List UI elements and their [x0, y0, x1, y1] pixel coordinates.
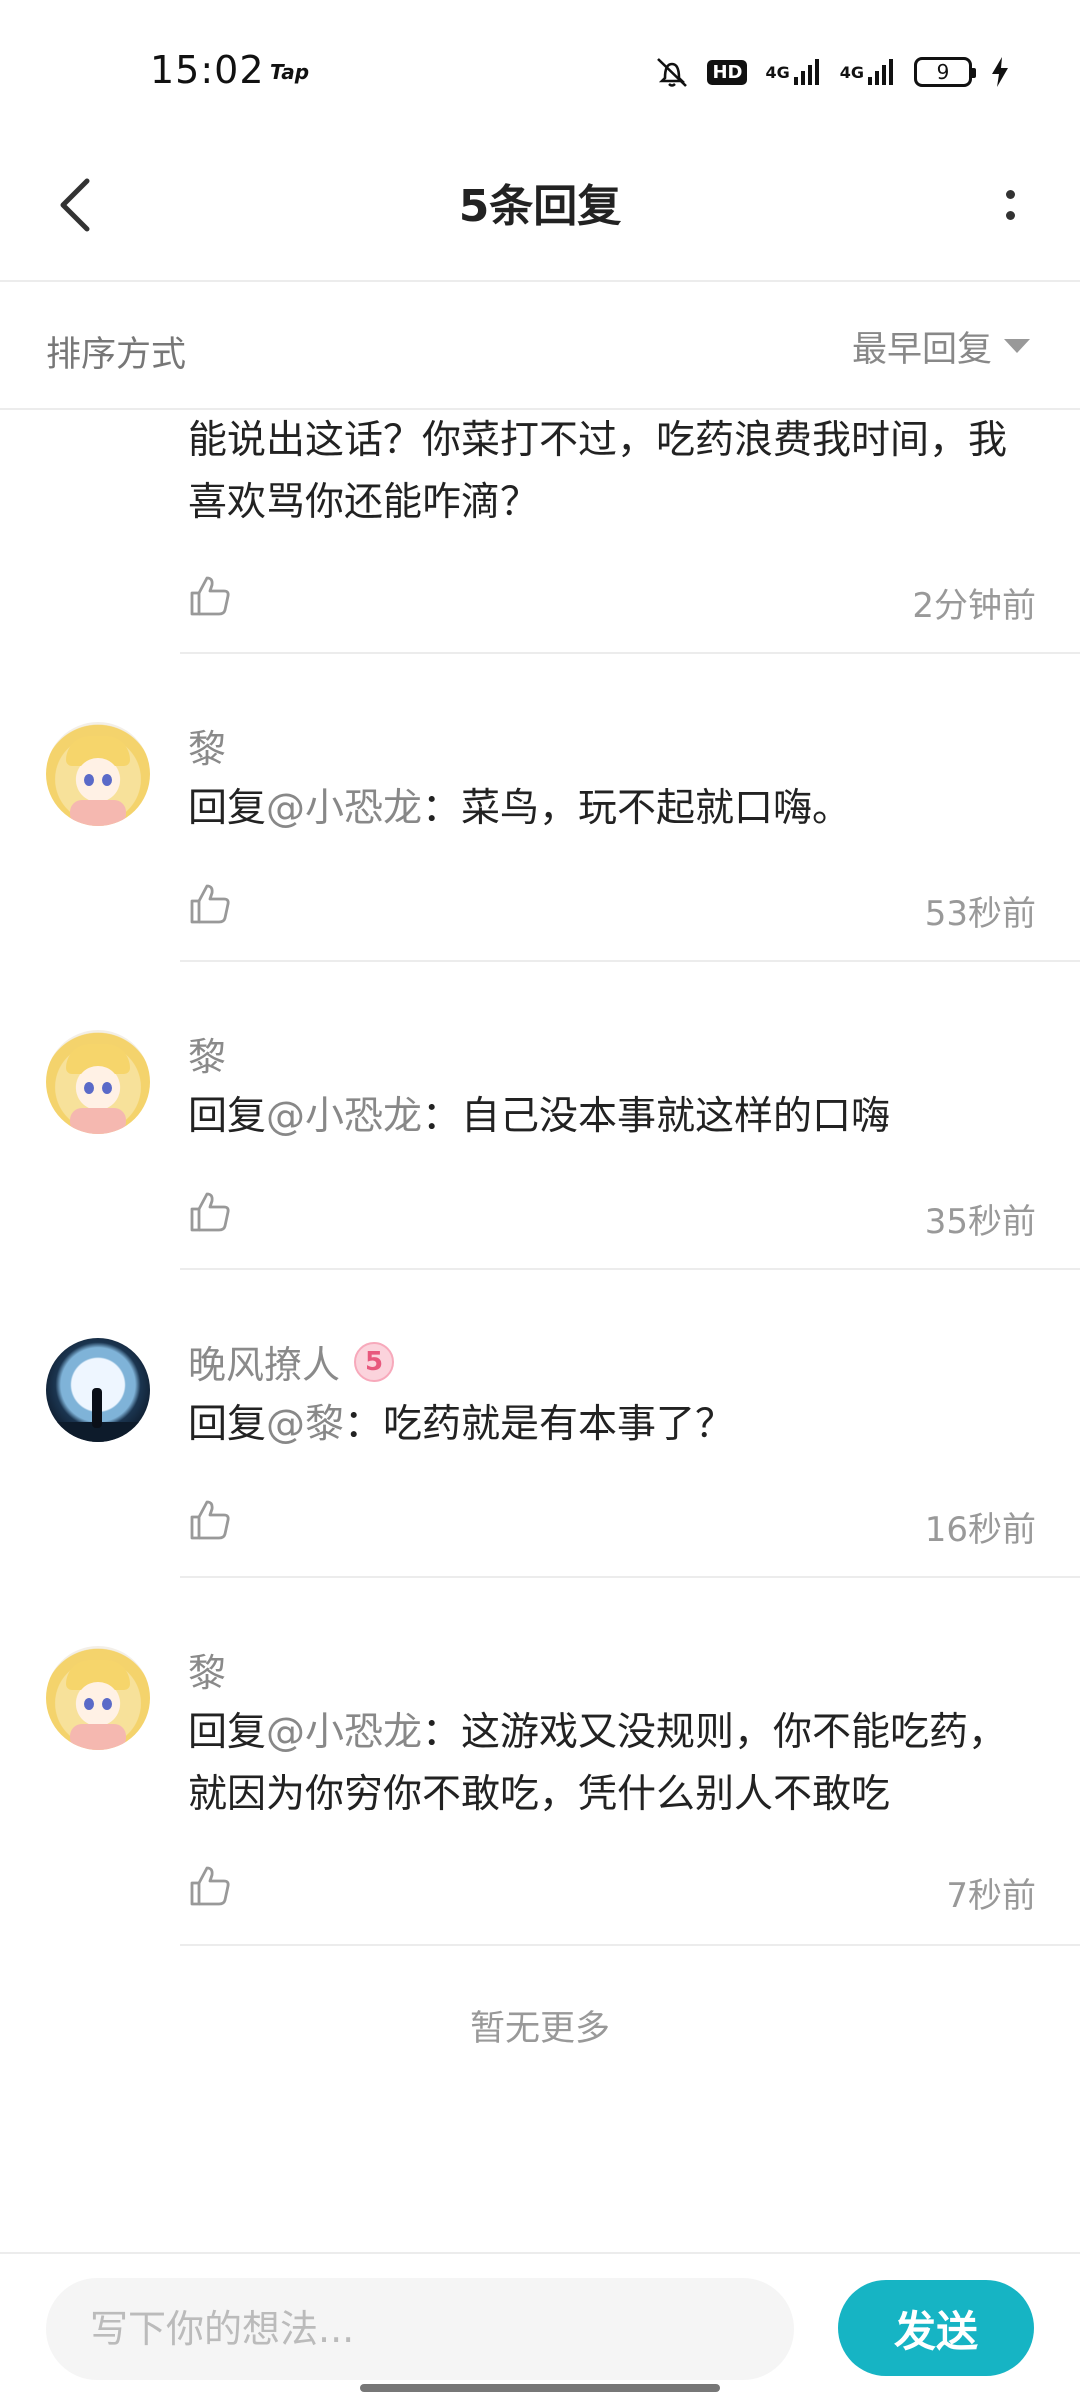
mention-link[interactable]: @黎 — [266, 1402, 344, 1447]
reply-time: 2分钟前 — [912, 586, 1036, 626]
reply-text: 回复@小恐龙：这游戏又没规则，你不能吃药，就因为你穷你不敢吃，凭什么别人不敢吃 — [188, 1710, 1008, 1817]
sort-label: 排序方式 — [46, 335, 187, 375]
thumbs-up-icon — [190, 1500, 230, 1540]
status-bar: 15:02 Tap HD 4G 4G 9 — [0, 0, 1080, 130]
reply-text: 能说出这话？你菜打不过，吃药浪费我时间，我喜欢骂你还能咋滴？ — [188, 418, 1008, 525]
charging-icon — [990, 56, 1010, 88]
avatar[interactable] — [46, 1338, 150, 1442]
reply-text: 回复@黎：吃药就是有本事了？ — [188, 1402, 735, 1447]
like-button[interactable] — [180, 1856, 240, 1916]
reply-item: 黎 回复@小恐龙：自己没本事就这样的口嗨 35秒前 — [46, 962, 1080, 1270]
reply-item: 黎 回复@小恐龙：菜鸟，玩不起就口嗨。 53秒前 — [46, 654, 1080, 962]
battery-icon: 9 — [914, 57, 976, 87]
avatar[interactable] — [46, 1030, 150, 1134]
top-navigation-bar: 5条回复 — [0, 130, 1080, 282]
like-button[interactable] — [180, 874, 240, 934]
end-of-list-text: 暂无更多 — [469, 2009, 610, 2049]
thumbs-up-icon — [190, 576, 230, 616]
mention-link[interactable]: @小恐龙 — [266, 1094, 422, 1139]
page-title: 5条回复 — [458, 181, 622, 232]
avatar[interactable] — [46, 1646, 150, 1750]
signal-icon-1: 4G — [765, 57, 821, 87]
like-button[interactable] — [180, 1490, 240, 1550]
home-indicator[interactable] — [360, 2384, 720, 2392]
comment-input[interactable] — [46, 2278, 794, 2380]
username[interactable]: 黎 — [188, 1642, 226, 1697]
avatar[interactable] — [46, 722, 150, 826]
reply-item: 黎 回复@小恐龙：这游戏又没规则，你不能吃药，就因为你穷你不敢吃，凭什么别人不敢… — [46, 1578, 1080, 1946]
chevron-down-icon — [1004, 339, 1030, 353]
reply-text: 回复@小恐龙：自己没本事就这样的口嗨 — [188, 1094, 891, 1139]
like-button[interactable] — [180, 566, 240, 626]
thumbs-up-icon — [190, 884, 230, 924]
thumbs-up-icon — [190, 1866, 230, 1906]
more-vertical-icon — [1005, 190, 1015, 199]
tap-app-badge: Tap — [270, 60, 310, 84]
reply-list: 能说出这话？你菜打不过，吃药浪费我时间，我喜欢骂你还能咋滴？ 2分钟前 黎 回复… — [0, 410, 1080, 1946]
status-indicators: HD 4G 4G 9 — [655, 52, 1010, 92]
like-button[interactable] — [180, 1182, 240, 1242]
reply-time: 16秒前 — [924, 1510, 1036, 1550]
reply-time: 53秒前 — [924, 894, 1036, 934]
username[interactable]: 黎 — [188, 718, 226, 773]
comment-composer: 发送 — [0, 2252, 1080, 2400]
sort-value: 最早回复 — [851, 329, 992, 370]
more-options-button[interactable] — [970, 160, 1050, 250]
status-time: 15:02 — [150, 48, 265, 92]
signal-icon-2: 4G — [840, 57, 896, 87]
mention-link[interactable]: @小恐龙 — [266, 1710, 422, 1755]
hd-badge: HD — [707, 59, 748, 85]
mention-link[interactable]: @小恐龙 — [266, 786, 422, 831]
user-level-badge: 5 — [354, 1341, 395, 1382]
reply-item: 晚风撩人 5 回复@黎：吃药就是有本事了？ 16秒前 — [46, 1270, 1080, 1578]
username[interactable]: 黎 — [188, 1026, 226, 1081]
thumbs-up-icon — [190, 1192, 230, 1232]
reply-text: 回复@小恐龙：菜鸟，玩不起就口嗨。 — [188, 786, 852, 831]
reply-time: 7秒前 — [946, 1876, 1036, 1916]
reply-item: 能说出这话？你菜打不过，吃药浪费我时间，我喜欢骂你还能咋滴？ 2分钟前 — [180, 410, 1080, 654]
username[interactable]: 晚风撩人 5 — [188, 1334, 395, 1389]
mute-icon — [655, 56, 689, 88]
send-button[interactable]: 发送 — [838, 2280, 1034, 2376]
sort-bar: 排序方式 最早回复 — [0, 282, 1080, 410]
sort-order-dropdown[interactable]: 最早回复 — [852, 320, 1030, 372]
reply-time: 35秒前 — [924, 1202, 1036, 1242]
